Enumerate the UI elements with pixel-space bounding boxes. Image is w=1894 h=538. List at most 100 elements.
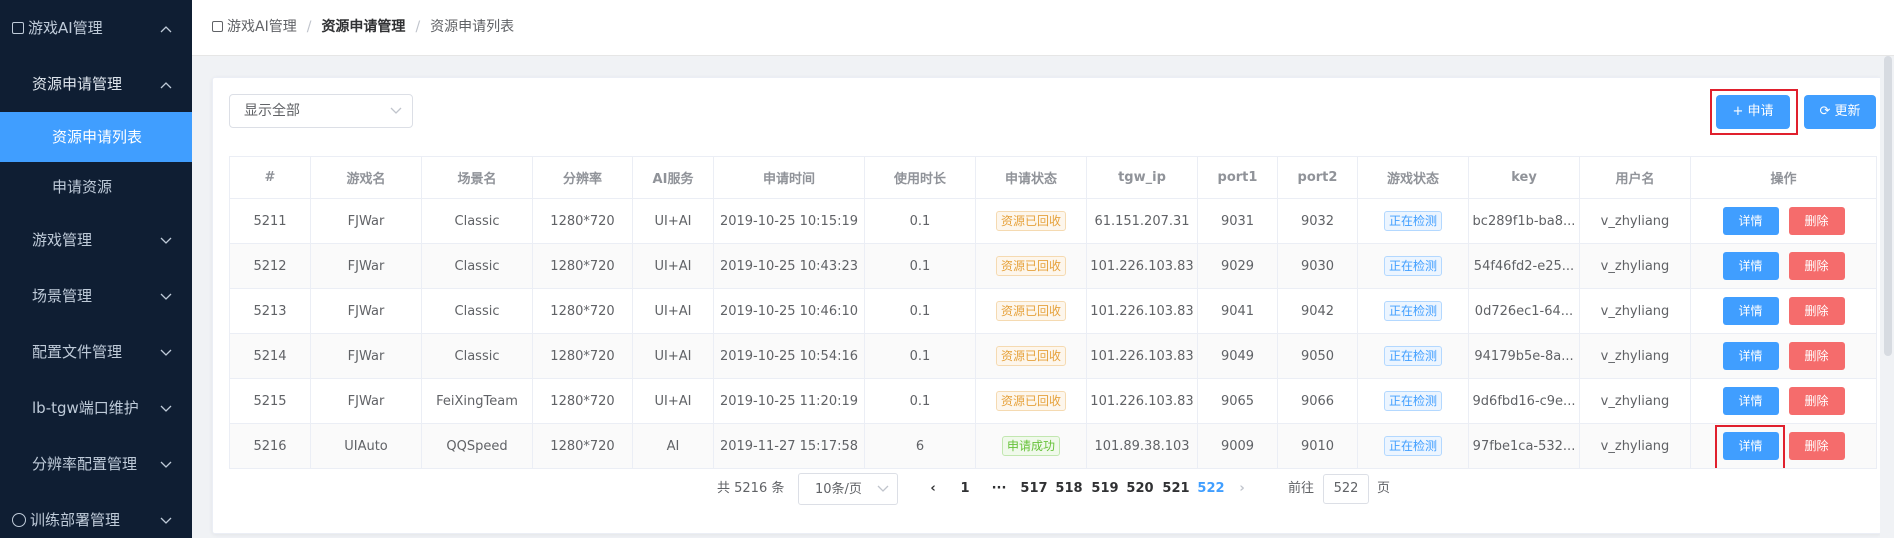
column-header: AI服务 [632, 156, 714, 199]
next-page-button[interactable]: › [1232, 473, 1252, 505]
table-cell-time: 2019-10-25 11:20:19 [713, 378, 865, 424]
table-cell-status: 资源已回收 [975, 198, 1087, 244]
table-cell-key: 0d726ec1-64... [1468, 288, 1580, 334]
detail-button[interactable]: 详情 [1722, 252, 1779, 280]
sidebar-item-lb-tgw[interactable]: lb-tgw端口维护 [0, 380, 192, 436]
table-cell-status: 资源已回收 [975, 333, 1087, 379]
detail-button[interactable]: 详情 [1722, 342, 1779, 370]
table-cell-p1: 9049 [1197, 333, 1278, 379]
table-row: 5212 FJWar Classic 1280*720 UI+AI 2019-10-25 … [229, 243, 1877, 289]
table-row: 5216 UIAuto QQSpeed 1280*720 AI 2019-11-27 15… [229, 423, 1877, 469]
refresh-button[interactable]: ⟳ 更新 [1804, 95, 1876, 129]
sidebar-item-resource-list[interactable]: 资源申请列表 [0, 112, 192, 162]
table-cell-gstatus: 正在检测 [1357, 243, 1469, 289]
table-cell-ai: UI+AI [632, 288, 714, 334]
table-cell-res: 1280*720 [532, 378, 633, 424]
table-cell-game: FJWar [310, 198, 422, 244]
table-cell-id: 5216 [229, 423, 311, 469]
table-cell-game: FJWar [310, 333, 422, 379]
column-header: 分辨率 [532, 156, 633, 199]
table-cell-ai: AI [632, 423, 714, 469]
page-number[interactable]: 520 [1125, 473, 1155, 505]
table-cell-dur: 0.1 [864, 243, 976, 289]
page-number-current[interactable]: 522 [1196, 473, 1226, 505]
table-row: 5215 FJWar FeiXingTeam 1280*720 UI+AI 2019-10… [229, 378, 1877, 424]
game-status-tag: 正在检测 [1383, 256, 1442, 276]
sidebar-item-label: lb-tgw端口维护 [32, 399, 139, 417]
column-header: 场景名 [421, 156, 533, 199]
table-cell-key: 9d6fbd16-c9e... [1468, 378, 1580, 424]
table-cell-key: bc289f1b-ba8... [1468, 198, 1580, 244]
detail-button[interactable]: 详情 [1722, 387, 1779, 415]
delete-button[interactable]: 删除 [1788, 297, 1845, 325]
apply-status-tag: 资源已回收 [995, 211, 1066, 231]
table-cell-dur: 0.1 [864, 288, 976, 334]
delete-button[interactable]: 删除 [1788, 432, 1845, 460]
sidebar-item-scene-manage[interactable]: 场景管理 [0, 268, 192, 324]
page-suffix: 页 [1377, 481, 1391, 496]
prev-page-button[interactable]: ‹ [923, 473, 943, 505]
detail-button[interactable]: 详情 [1722, 432, 1779, 460]
scrollbar-thumb[interactable] [1884, 56, 1892, 356]
table-cell-actions: 详情 删除 [1690, 288, 1877, 334]
detail-button[interactable]: 详情 [1722, 297, 1779, 325]
game-status-tag: 正在检测 [1383, 211, 1442, 231]
table-cell-id: 5213 [229, 288, 311, 334]
page-ellipsis[interactable]: ··· [984, 473, 1014, 505]
column-header: 使用时长 [864, 156, 976, 199]
delete-button[interactable]: 删除 [1788, 342, 1845, 370]
detail-button[interactable]: 详情 [1722, 207, 1779, 235]
page-number[interactable]: 519 [1090, 473, 1120, 505]
sidebar-item-apply-resource[interactable]: 申请资源 [0, 162, 192, 212]
breadcrumb-item[interactable]: 游戏AI管理 [227, 19, 297, 35]
goto-page-input[interactable]: 522 [1323, 474, 1369, 504]
apply-status-tag: 资源已回收 [995, 346, 1066, 366]
scrollbar[interactable] [1880, 56, 1894, 538]
sidebar-item-config-manage[interactable]: 配置文件管理 [0, 324, 192, 380]
sidebar-item-resolution-manage[interactable]: 分辨率配置管理 [0, 436, 192, 492]
apply-button[interactable]: + 申请 [1716, 95, 1790, 129]
table-cell-time: 2019-10-25 10:15:19 [713, 198, 865, 244]
table-cell-res: 1280*720 [532, 423, 633, 469]
breadcrumb: 游戏AI管理 / 资源申请管理 / 资源申请列表 [212, 0, 514, 54]
page-number[interactable]: 517 [1019, 473, 1049, 505]
table-cell-user: v_zhyliang [1579, 378, 1691, 424]
delete-button[interactable]: 删除 [1788, 207, 1845, 235]
table-cell-p2: 9050 [1277, 333, 1358, 379]
table-cell-p1: 9031 [1197, 198, 1278, 244]
table-cell-key: 94179b5e-8a... [1468, 333, 1580, 379]
page-size-value: 10条/页 [815, 482, 862, 497]
table-cell-status: 资源已回收 [975, 288, 1087, 334]
page-size-select[interactable]: 10条/页 [798, 473, 898, 505]
table-cell-id: 5211 [229, 198, 311, 244]
table-cell-res: 1280*720 [532, 243, 633, 289]
table-cell-gstatus: 正在检测 [1357, 378, 1469, 424]
table-cell-p1: 9029 [1197, 243, 1278, 289]
filter-select[interactable]: 显示全部 [229, 94, 413, 128]
page-number[interactable]: 518 [1054, 473, 1084, 505]
sidebar-item-game-ai[interactable]: 游戏AI管理 [0, 0, 192, 56]
column-header: 用户名 [1579, 156, 1691, 199]
table-cell-scene: FeiXingTeam [421, 378, 533, 424]
delete-button[interactable]: 删除 [1788, 252, 1845, 280]
pagination: 共 5216 条 10条/页 ‹ 1 ··· 517 518 519 520 5… [213, 473, 1881, 507]
sidebar-item-training-deploy[interactable]: 训练部署管理 [0, 492, 192, 538]
table-cell-game: FJWar [310, 378, 422, 424]
sidebar-item-label: 游戏管理 [32, 231, 93, 249]
game-status-tag: 正在检测 [1383, 346, 1442, 366]
table-cell-ai: UI+AI [632, 243, 714, 289]
delete-button[interactable]: 删除 [1788, 387, 1845, 415]
page-number[interactable]: 521 [1161, 473, 1191, 505]
sidebar-item-game-manage[interactable]: 游戏管理 [0, 212, 192, 268]
table-cell-gstatus: 正在检测 [1357, 288, 1469, 334]
sidebar-item-resource-apply[interactable]: 资源申请管理 [0, 56, 192, 112]
page-number[interactable]: 1 [950, 473, 980, 505]
table-cell-ip: 101.226.103.83 [1086, 378, 1198, 424]
column-header: 游戏状态 [1357, 156, 1469, 199]
table-cell-ai: UI+AI [632, 333, 714, 379]
sidebar-item-label: 申请资源 [52, 178, 113, 196]
breadcrumb-item[interactable]: 资源申请管理 [321, 19, 405, 35]
table-cell-dur: 6 [864, 423, 976, 469]
table-cell-actions: 详情 删除 [1690, 333, 1877, 379]
table-row: 5211 FJWar Classic 1280*720 UI+AI 2019-10-25 … [229, 198, 1877, 244]
